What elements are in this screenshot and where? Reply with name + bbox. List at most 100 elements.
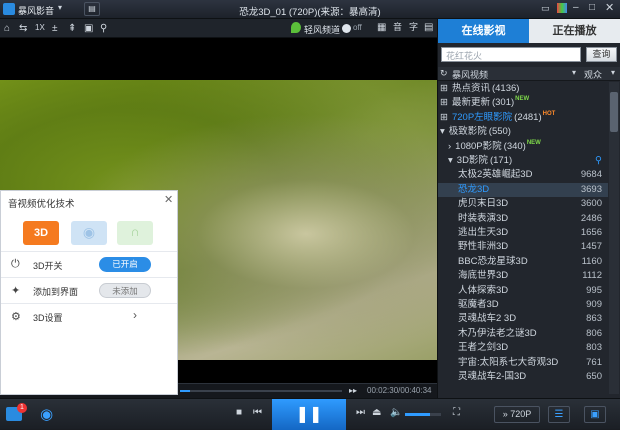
fullscreen-icon[interactable]: ⛶ <box>453 407 460 418</box>
video-play-count: 803 <box>586 342 602 354</box>
search-icon[interactable]: ⚲ <box>595 154 602 168</box>
category-item[interactable]: ⊞ 720P左眼影院 (2481)HOT <box>438 111 608 125</box>
expand-icon[interactable]: › <box>448 141 451 152</box>
chevron-down-icon[interactable]: ▾ <box>611 68 615 77</box>
list-icon[interactable]: ☰ <box>548 406 570 423</box>
popup-close-icon[interactable]: ✕ <box>164 193 173 206</box>
expand-icon[interactable]: ▾ <box>440 126 445 137</box>
popup-tab-3d[interactable]: 3D <box>23 221 59 245</box>
mini-mode-icon[interactable]: ▭ <box>541 3 550 14</box>
category-item[interactable]: ⊞ 最新更新 (301)NEW <box>438 96 608 110</box>
expand-icon[interactable]: ⊞ <box>440 112 448 123</box>
repeat-icon[interactable]: ⇆ <box>19 24 27 34</box>
search-button[interactable]: 查询 <box>586 47 617 62</box>
video-item[interactable]: 海底世界3D 1112 <box>438 269 608 283</box>
category-item[interactable]: › 1080P影院 (340)NEW <box>438 140 608 154</box>
video-item[interactable]: 野性非洲3D 1457 <box>438 240 608 254</box>
pin-icon[interactable]: ⇞ <box>68 24 76 34</box>
side-panel: 在线影视 正在播放 花红花火 查询 ↻ 暴风视频 ▾ 观众 ▾ ⊞ 热点资讯 (41… <box>437 19 620 398</box>
add-to-ui-toggle[interactable]: 未添加 <box>99 283 151 298</box>
chevron-down-icon[interactable]: ▾ <box>572 68 576 77</box>
brand-menu[interactable]: 暴风影音 <box>18 4 54 17</box>
more-icon[interactable]: ▤ <box>424 23 433 33</box>
video-play-count: 1457 <box>580 241 602 253</box>
light-channel-state: off <box>353 23 362 32</box>
time-display: 00:02:30/00:40:34 <box>367 386 432 395</box>
power-icon: ⏻ <box>11 258 20 270</box>
volume-icon[interactable]: 🔈 <box>390 407 402 418</box>
3d-switch-toggle[interactable]: 已开启 <box>99 257 151 272</box>
maximize-icon[interactable]: □ <box>589 2 595 13</box>
view-mode[interactable]: 观众 <box>584 68 602 81</box>
video-play-count: 1160 <box>581 255 602 267</box>
tv-icon[interactable]: ▣ <box>584 406 606 423</box>
headphone-icon[interactable]: ∩ <box>117 221 153 245</box>
ratio-icon[interactable]: ± <box>52 24 58 34</box>
video-title: 太极2英雄崛起3D <box>458 169 533 181</box>
light-channel-toggle[interactable] <box>342 24 351 33</box>
eject-icon[interactable]: ⏏ <box>372 407 381 418</box>
av-optimize-popup: 音视频优化技术 ✕ 3D ◉ ∩ ⏻ 3D开关 已开启 ✦ 添加到界面 未添加 … <box>0 190 178 395</box>
category-item[interactable]: ▾ 极致影院 (550) <box>438 125 608 139</box>
expand-icon[interactable]: ⊞ <box>440 97 448 108</box>
open-file-icon[interactable]: ▤ <box>84 2 100 16</box>
play-pause-button[interactable]: ❚❚ <box>272 399 346 430</box>
video-item[interactable]: 灵魂战车2-国3D 650 <box>438 370 608 384</box>
video-item[interactable]: 恐龙3D 3693 <box>438 182 608 198</box>
video-item[interactable]: 王者之剑3D 803 <box>438 341 608 355</box>
expand-icon[interactable]: ⊞ <box>440 83 448 94</box>
badge: NEW <box>526 139 541 146</box>
volume-slider[interactable] <box>405 413 441 416</box>
search-placeholder: 花红花火 <box>446 51 483 61</box>
video-item[interactable]: 人体探索3D 995 <box>438 284 608 298</box>
video-item[interactable]: 逃出生天3D 1656 <box>438 226 608 240</box>
video-item[interactable]: 虎贝末日3D 3600 <box>438 197 608 211</box>
audio-icon[interactable]: 音 <box>393 23 402 32</box>
video-item[interactable]: 宇宙:太阳系七大奇观3D 761 <box>438 356 608 370</box>
video-play-count: 806 <box>586 327 602 339</box>
category-item[interactable]: ▾ 3D影院 (171) ⚲ <box>438 154 608 168</box>
chevron-right-icon[interactable]: › <box>133 308 137 322</box>
eye-protect-icon[interactable]: ◉ <box>40 405 53 423</box>
popup-row-3d-switch: ⏻ 3D开关 已开启 <box>1 251 177 277</box>
scrollbar[interactable] <box>609 82 619 394</box>
picture-icon[interactable]: ▦ <box>377 23 386 33</box>
prev-icon[interactable]: ⏮ <box>253 407 262 418</box>
scrollbar-thumb[interactable] <box>610 92 618 132</box>
eye-icon[interactable]: ◉ <box>71 221 107 245</box>
quality-button[interactable]: » 720P <box>494 406 540 423</box>
video-item[interactable]: 驱魔者3D 909 <box>438 298 608 312</box>
video-title: 灵魂战车2-国3D <box>458 371 527 382</box>
close-icon[interactable]: ✕ <box>605 1 614 14</box>
light-channel-label[interactable]: 轻风频道 <box>304 23 340 36</box>
category-item[interactable]: ⊞ 热点资讯 (4136) <box>438 82 608 96</box>
tab-now-playing[interactable]: 正在播放 <box>529 19 620 43</box>
video-item[interactable]: 太极2英雄崛起3D 9684 <box>438 168 608 182</box>
forward-icon[interactable]: ▸▸ <box>349 386 357 395</box>
video-item[interactable]: 时装表演3D 2486 <box>438 212 608 226</box>
subtitle-icon[interactable]: 字 <box>409 23 418 32</box>
progress-track[interactable] <box>180 390 342 392</box>
minimize-icon[interactable]: – <box>573 2 579 13</box>
search-input[interactable]: 花红花火 <box>441 47 581 62</box>
video-title: 人体探索3D <box>458 284 509 296</box>
video-item[interactable]: 灵魂战车2 3D 863 <box>438 312 608 326</box>
video-item[interactable]: BBC恐龙星球3D 1160 <box>438 255 608 269</box>
category-label: 最新更新 <box>451 97 490 109</box>
skin-icon[interactable] <box>557 3 567 13</box>
refresh-icon[interactable]: ↻ <box>440 68 448 79</box>
settings-icon[interactable]: ▣ <box>84 24 93 34</box>
popup-title: 音视频优化技术 <box>8 199 75 210</box>
next-icon[interactable]: ⏭ <box>356 407 365 418</box>
list-header: ↻ 暴风视频 ▾ 观众 ▾ <box>438 67 620 81</box>
chevron-down-icon[interactable]: ▾ <box>58 3 62 12</box>
popup-row-3d-settings[interactable]: ⚙ 3D设置 › <box>1 303 177 329</box>
screenshot-icon[interactable]: ⌂ <box>4 24 10 34</box>
speed-1x-icon[interactable]: 1X <box>35 24 45 32</box>
expand-icon[interactable]: ▾ <box>448 155 453 166</box>
video-play-count: 995 <box>586 284 602 296</box>
stop-icon[interactable]: ■ <box>236 407 242 418</box>
location-icon[interactable]: ⚲ <box>100 24 107 34</box>
video-item[interactable]: 木乃伊法老之谜3D 806 <box>438 327 608 341</box>
tab-online-video[interactable]: 在线影视 <box>438 19 529 43</box>
